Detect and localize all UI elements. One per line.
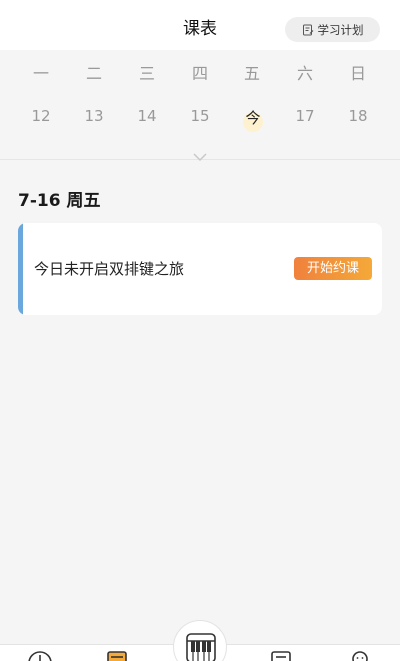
profile-icon[interactable] — [350, 649, 370, 661]
date-cell[interactable]: 12 — [21, 104, 61, 128]
weekday-sun: 日 — [349, 64, 366, 83]
list-icon[interactable] — [270, 649, 292, 661]
date-cell[interactable]: 15 — [180, 104, 220, 128]
week-calendar: 一 二 三 四 五 六 日 12 13 14 15 今 17 18 — [0, 50, 400, 162]
date-cell[interactable]: 13 — [74, 104, 114, 128]
date-cell[interactable]: 18 — [338, 104, 378, 128]
date-cell-today[interactable]: 今 — [233, 106, 273, 130]
piano-keyboard-icon — [186, 633, 216, 661]
study-plan-label: 学习计划 — [317, 22, 364, 37]
weekday-wed: 三 — [138, 64, 155, 83]
date-cell[interactable]: 14 — [127, 104, 167, 128]
weekday-fri: 五 — [243, 64, 260, 83]
clock-icon[interactable] — [28, 649, 52, 661]
header-bar: 课表 学习计划 — [0, 0, 400, 50]
document-edit-icon — [302, 24, 313, 35]
lesson-card: 今日未开启双排键之旅 开始约课 — [18, 223, 382, 315]
schedule-icon[interactable] — [106, 649, 128, 661]
date-cell[interactable]: 17 — [285, 104, 325, 128]
study-plan-button[interactable]: 学习计划 — [285, 17, 380, 42]
piano-center-tab[interactable] — [173, 620, 227, 661]
chevron-down-icon[interactable] — [192, 152, 208, 162]
weekday-tue: 二 — [85, 64, 102, 83]
selected-date-heading: 7-16 周五 — [18, 191, 101, 211]
weekday-row: 一 二 三 四 五 六 日 — [0, 62, 400, 86]
weekday-mon: 一 — [32, 64, 49, 83]
weekday-thu: 四 — [191, 64, 208, 83]
lesson-card-text: 今日未开启双排键之旅 — [34, 260, 185, 278]
app-root: 课表 学习计划 一 二 三 四 五 六 日 12 13 14 15 今 17 1… — [0, 0, 400, 661]
date-row: 12 13 14 15 今 17 18 — [0, 104, 400, 128]
card-accent-bar — [18, 223, 23, 315]
weekday-sat: 六 — [296, 64, 313, 83]
start-booking-button[interactable]: 开始约课 — [294, 257, 372, 280]
